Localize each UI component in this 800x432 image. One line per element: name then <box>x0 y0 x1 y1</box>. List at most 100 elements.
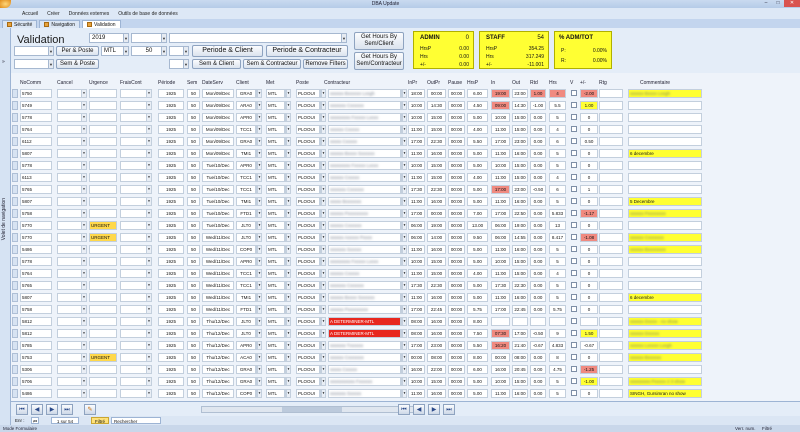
commentaire-cell[interactable] <box>628 305 702 314</box>
in-cell[interactable]: 10:00 <box>491 377 510 386</box>
met-cell[interactable]: MTL <box>266 377 285 386</box>
chevron-down-icon[interactable]: ▼ <box>321 390 325 397</box>
chevron-down-icon[interactable]: ▼ <box>341 33 347 43</box>
validated-checkbox[interactable] <box>571 390 577 396</box>
met-cell[interactable]: MTL <box>266 365 285 374</box>
chevron-down-icon[interactable]: ▼ <box>257 390 261 397</box>
rtg-cell[interactable] <box>599 317 623 326</box>
fraiscont-select[interactable]: ▼ <box>120 161 152 170</box>
table-row[interactable]: 5807 ▼ ▼ 1925 50 Tue/10/Dec TMI1 ▼ MTL ▼ PLOOUI ▼ ss… <box>12 196 800 207</box>
inpr-cell[interactable]: 11:00 <box>408 269 425 278</box>
nocomm-cell[interactable]: 5306 <box>20 365 52 374</box>
contracteur-cell[interactable]: sssssssss Fxxxxx Lxxxx <box>328 257 401 266</box>
poste-dropdown[interactable]: ▼ <box>320 221 326 230</box>
commentaire-cell[interactable] <box>628 281 702 290</box>
fraiscont-select[interactable]: ▼ <box>120 281 152 290</box>
commentaire-cell[interactable]: 6 decembre <box>628 149 702 158</box>
tab-securite[interactable]: Sécurité <box>2 20 38 28</box>
hrsp-cell[interactable]: 9.50 <box>467 233 488 242</box>
poste-cell[interactable]: PLOOUI <box>296 149 320 158</box>
next-record-button[interactable]: ▶ <box>46 404 58 415</box>
outpr-cell[interactable]: 16:00 <box>427 329 446 338</box>
contracteur-dropdown[interactable]: ▼ <box>401 353 407 362</box>
fraiscont-select[interactable]: ▼ <box>120 101 152 110</box>
dateserv-cell[interactable]: Mon/09/Dec <box>202 89 234 98</box>
client-dropdown[interactable]: ▼ <box>256 365 262 374</box>
hrs-cell[interactable]: 8 <box>549 353 566 362</box>
inpr-cell[interactable]: 10:00 <box>408 113 425 122</box>
contracteur-dropdown[interactable]: ▼ <box>401 101 407 110</box>
poste-cell[interactable]: PLOOUI <box>296 317 320 326</box>
chevron-down-icon[interactable]: ▼ <box>257 138 261 145</box>
contracteur-cell[interactable]: sssss Cxxxxx <box>328 365 401 374</box>
in-cell[interactable]: 11:00 <box>491 125 510 134</box>
dateserv-cell[interactable]: Wed/11/Dec <box>202 269 234 278</box>
table-row[interactable]: 5778 ▼ ▼ 1925 50 Wed/11/Dec APR0 ▼ MTL ▼ PLOOUI ▼ ss… <box>12 256 800 267</box>
contracteur-dropdown[interactable]: ▼ <box>401 245 407 254</box>
chevron-down-icon[interactable]: ▼ <box>321 234 325 241</box>
hrsp-cell[interactable]: 5.00 <box>467 377 488 386</box>
sem-cell[interactable]: 50 <box>187 257 200 266</box>
poste-dropdown[interactable]: ▼ <box>320 305 326 314</box>
in-cell[interactable]: 11:00 <box>491 389 510 398</box>
out-cell[interactable]: 22:30 <box>512 281 528 290</box>
met-cell[interactable]: MTL <box>266 125 285 134</box>
validated-checkbox[interactable] <box>571 294 577 300</box>
inpr-cell[interactable]: 11:00 <box>408 173 425 182</box>
sem-cell[interactable]: 50 <box>187 125 200 134</box>
chevron-down-icon[interactable]: ▼ <box>81 234 86 241</box>
chevron-down-icon[interactable]: ▼ <box>123 33 129 43</box>
out-cell[interactable]: 15:00 <box>512 173 528 182</box>
poste-cell[interactable]: PLOOUI <box>296 353 320 362</box>
diff-cell[interactable]: 0 <box>580 173 598 182</box>
hrs-cell[interactable]: 5 <box>549 293 566 302</box>
rtg-cell[interactable] <box>599 281 623 290</box>
chevron-down-icon[interactable]: ▼ <box>81 294 86 301</box>
chevron-down-icon[interactable]: ▼ <box>257 330 261 337</box>
out-cell[interactable]: 14:55 <box>512 233 528 242</box>
poste-cell[interactable]: PLOOUI <box>296 293 320 302</box>
chevron-down-icon[interactable]: ▼ <box>286 342 290 349</box>
out-cell[interactable]: 15:00 <box>512 125 528 134</box>
diff-cell[interactable]: 0 <box>580 149 598 158</box>
client-cell[interactable]: GRA0 <box>236 365 256 374</box>
contracteur-dropdown[interactable]: ▼ <box>401 161 407 170</box>
chevron-down-icon[interactable]: ▼ <box>257 114 261 121</box>
fraiscont-select[interactable]: ▼ <box>120 341 152 350</box>
rtd-cell[interactable]: 0.00 <box>530 389 546 398</box>
contracteur-dropdown[interactable]: ▼ <box>401 185 407 194</box>
poste-dropdown[interactable]: ▼ <box>320 233 326 242</box>
rtg-cell[interactable] <box>599 137 623 146</box>
outpr-cell[interactable]: 15:00 <box>427 161 446 170</box>
sem-cell[interactable]: 50 <box>187 377 200 386</box>
outpr-cell[interactable]: 00:00 <box>427 89 446 98</box>
diff-cell[interactable]: 0 <box>580 389 598 398</box>
poste-cell[interactable]: PLOOUI <box>296 125 320 134</box>
rtd-cell[interactable]: -1.00 <box>530 101 546 110</box>
in-cell[interactable]: 11:00 <box>491 269 510 278</box>
hrs-cell[interactable]: 8.417 <box>549 233 566 242</box>
client-dropdown[interactable]: ▼ <box>256 245 262 254</box>
poste-cell[interactable]: PLOOUI <box>296 305 320 314</box>
dateserv-cell[interactable]: Mon/09/Dec <box>202 113 234 122</box>
commentaire-cell[interactable] <box>628 221 702 230</box>
hrsp-cell[interactable]: 7.50 <box>467 329 488 338</box>
poste-dropdown[interactable]: ▼ <box>320 89 326 98</box>
client-cell[interactable]: JLT0 <box>236 317 256 326</box>
nocomm-cell[interactable]: 5770 <box>20 221 52 230</box>
sem-client-button[interactable]: Sem & Client <box>192 59 241 69</box>
poste-dropdown[interactable]: ▼ <box>320 377 326 386</box>
sem-poste-button[interactable]: Sem & Poste <box>56 59 99 69</box>
met-dropdown[interactable]: ▼ <box>285 389 291 398</box>
chevron-down-icon[interactable]: ▼ <box>81 186 86 193</box>
poste-dropdown[interactable]: ▼ <box>320 317 326 326</box>
rtg-cell[interactable] <box>599 341 623 350</box>
record-selector[interactable] <box>12 137 18 146</box>
chevron-down-icon[interactable]: ▼ <box>146 210 151 217</box>
validated-checkbox[interactable] <box>571 330 577 336</box>
rtd-cell[interactable]: 0.00 <box>530 209 546 218</box>
client-dropdown[interactable]: ▼ <box>256 149 262 158</box>
dateserv-cell[interactable]: Wed/11/Dec <box>202 233 234 242</box>
hrs-cell[interactable]: 9 <box>549 329 566 338</box>
diff-cell[interactable]: -1.08 <box>580 233 598 242</box>
